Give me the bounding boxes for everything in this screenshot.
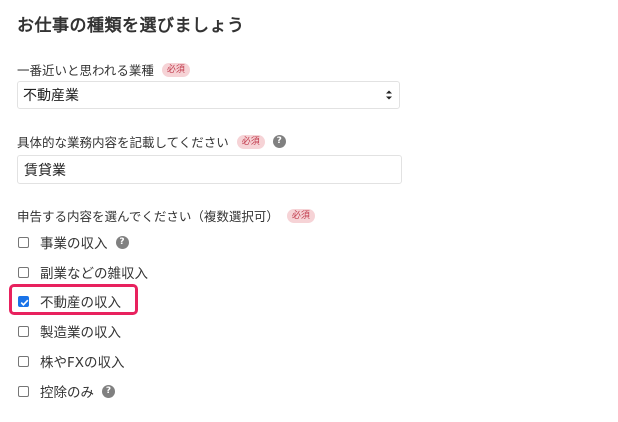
industry-label-text: 一番近いと思われる業種 (17, 63, 154, 78)
checkbox[interactable] (18, 385, 29, 397)
checkbox-checked[interactable] (18, 295, 29, 307)
option-business-income[interactable]: 事業の収入 ? (18, 232, 129, 252)
required-badge: 必須 (161, 62, 190, 77)
option-label: 株やFXの収入 (40, 355, 125, 371)
option-label: 副業などの雑収入 (40, 266, 148, 282)
option-manufacturing-income[interactable]: 製造業の収入 (18, 321, 121, 341)
option-real-estate-income[interactable]: 不動産の収入 (18, 291, 121, 311)
page-title: お仕事の種類を選びましょう (17, 16, 245, 36)
option-label: 事業の収入 (40, 236, 108, 252)
industry-select-value: 不動産業 (23, 88, 79, 104)
option-deduction-only[interactable]: 控除のみ ? (18, 381, 115, 401)
declaration-label-text: 申告する内容を選んでください（複数選択可） (17, 209, 279, 224)
checkbox[interactable] (18, 325, 29, 337)
question-circle-icon[interactable]: ? (115, 235, 129, 249)
business-detail-label-text: 具体的な業務内容を記載してください (17, 135, 229, 150)
declaration-label: 申告する内容を選んでください（複数選択可） 必須 (17, 206, 315, 225)
industry-label: 一番近いと思われる業種 必須 (17, 60, 190, 79)
question-circle-icon[interactable]: ? (272, 135, 286, 148)
checkbox[interactable] (18, 236, 29, 248)
option-label: 控除のみ (40, 385, 94, 401)
option-label: 不動産の収入 (40, 295, 121, 311)
business-detail-input[interactable] (17, 155, 402, 184)
option-stock-fx-income[interactable]: 株やFXの収入 (18, 351, 125, 371)
question-circle-icon[interactable]: ? (102, 384, 115, 398)
checkbox[interactable] (18, 355, 29, 367)
option-side-income[interactable]: 副業などの雑収入 (18, 262, 148, 282)
business-detail-label: 具体的な業務内容を記載してください 必須 ? (17, 132, 286, 151)
checkbox[interactable] (18, 266, 29, 278)
option-label: 製造業の収入 (40, 325, 121, 341)
select-arrows-icon (386, 90, 392, 100)
industry-select[interactable]: 不動産業 (17, 81, 400, 109)
required-badge: 必須 (286, 208, 315, 223)
checkmark-icon (20, 299, 29, 306)
required-badge: 必須 (236, 134, 265, 149)
